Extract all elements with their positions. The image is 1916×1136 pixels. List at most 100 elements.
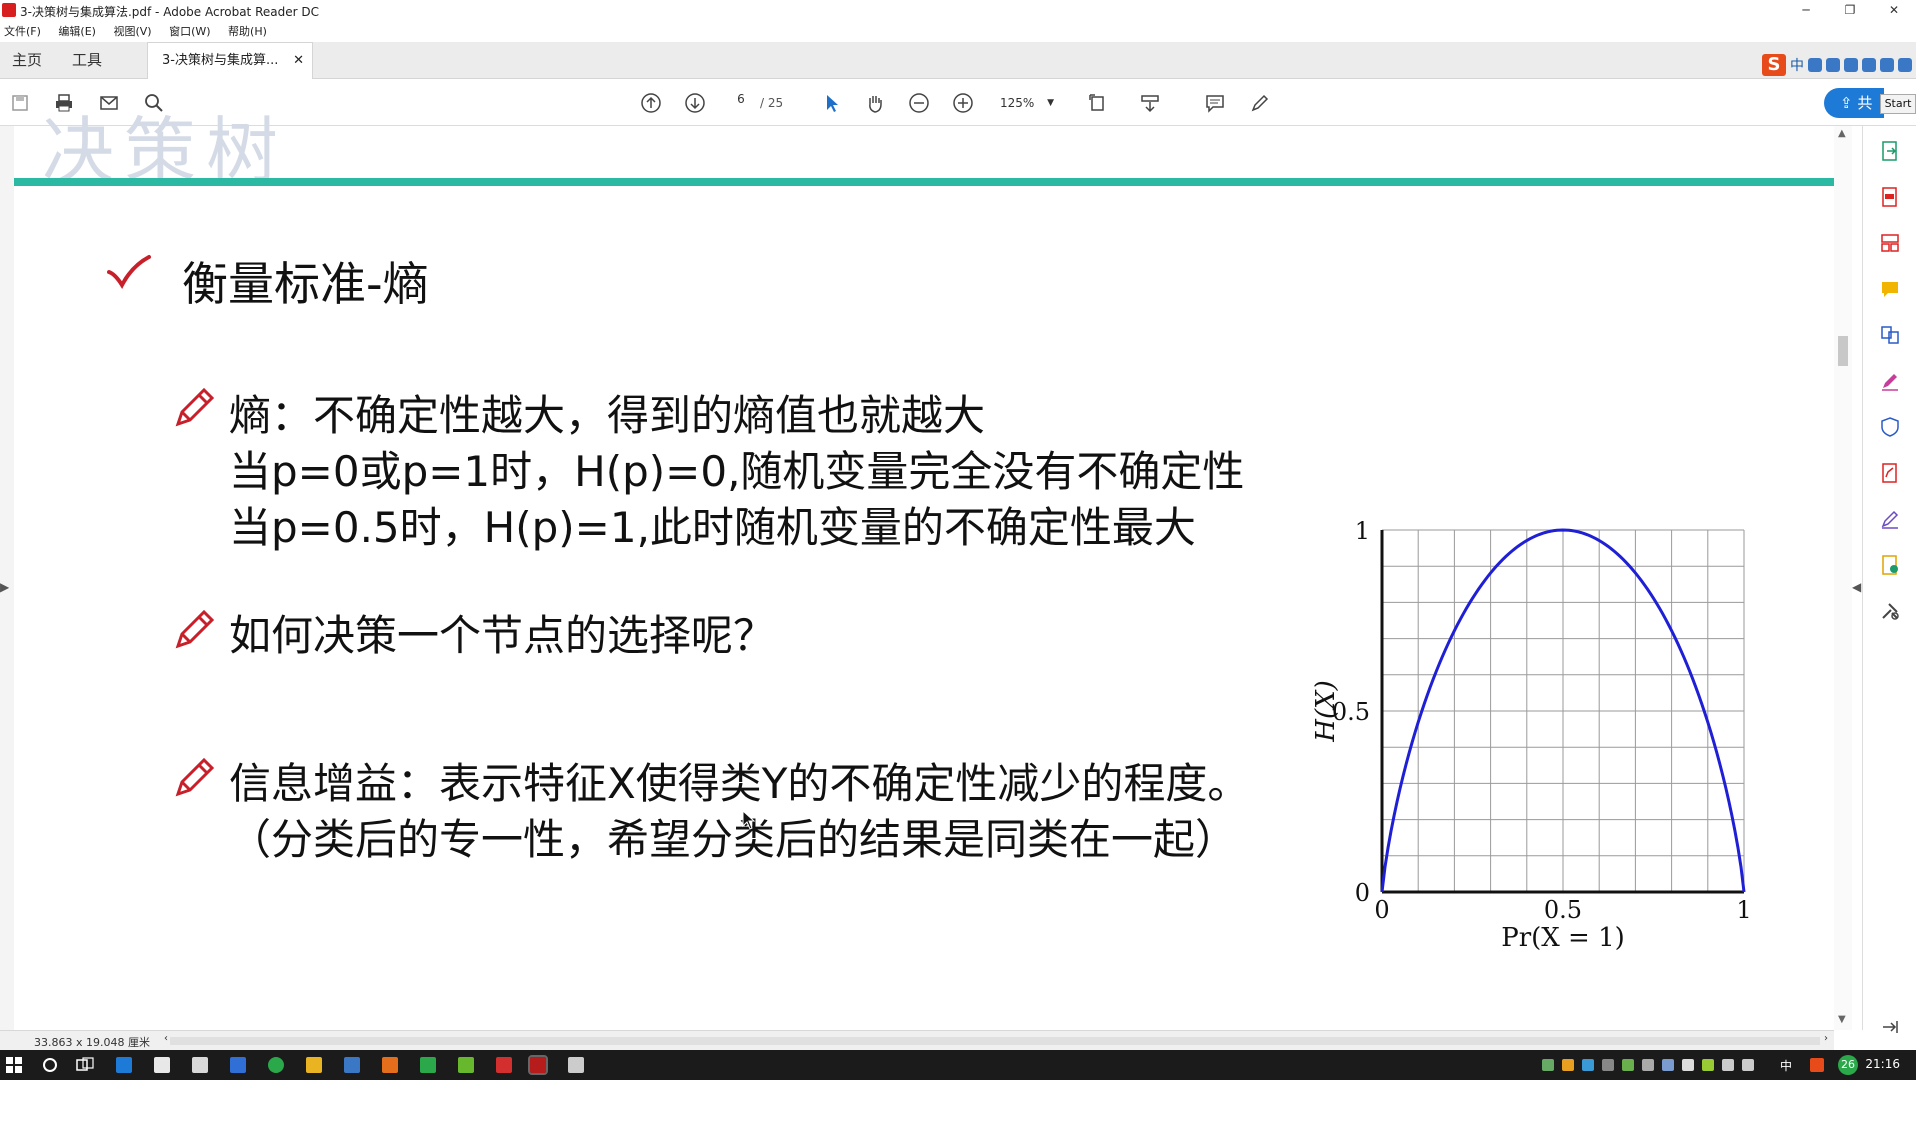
scroll-mode-icon[interactable]: [1138, 91, 1162, 115]
scroll-down-icon[interactable]: ▼: [1838, 1014, 1846, 1025]
bullet-line: 当p=0或p=1时，H(p)=0,随机变量完全没有不确定性: [229, 444, 1244, 500]
tab-tools[interactable]: 工具: [72, 42, 102, 79]
fill-sign-icon[interactable]: [1879, 370, 1901, 392]
y-tick-label: 0: [1355, 879, 1370, 907]
more-tools-icon[interactable]: [1879, 600, 1901, 622]
x-tick-label: 0: [1374, 896, 1389, 924]
select-tool-icon[interactable]: [820, 91, 844, 115]
title-bar: 3-决策树与集成算法.pdf - Adobe Acrobat Reader DC…: [0, 0, 1916, 22]
start-button[interactable]: Start: [1880, 94, 1916, 114]
tab-home[interactable]: 主页: [12, 42, 42, 79]
acrobat-taskbar-icon[interactable]: [530, 1057, 546, 1073]
zoom-level-select[interactable]: 125%▼: [990, 92, 1060, 114]
wechat-icon[interactable]: [268, 1057, 284, 1073]
organize-pages-icon[interactable]: [1879, 232, 1901, 254]
save-icon[interactable]: [8, 91, 32, 115]
store-icon[interactable]: [154, 1057, 170, 1073]
task-view-icon[interactable]: [76, 1057, 94, 1073]
tray-icon[interactable]: [1682, 1059, 1694, 1071]
send-for-signature-icon[interactable]: [1879, 508, 1901, 530]
right-panel-toggle-icon[interactable]: ◀: [1852, 580, 1861, 594]
scroll-right-icon[interactable]: ›: [1824, 1033, 1828, 1044]
tray-icon[interactable]: [1562, 1059, 1574, 1071]
notification-badge[interactable]: 26: [1838, 1055, 1858, 1075]
page-number-input[interactable]: 6: [724, 92, 758, 114]
create-pdf-icon[interactable]: [1879, 186, 1901, 208]
export-pdf-icon[interactable]: [1879, 140, 1901, 162]
tray-icon[interactable]: [1582, 1059, 1594, 1071]
checkmark-icon: [106, 254, 152, 290]
tray-icon[interactable]: [1642, 1059, 1654, 1071]
page-total: / 25: [760, 96, 783, 110]
tray-icon[interactable]: [1542, 1059, 1554, 1071]
app-icon[interactable]: [420, 1057, 436, 1073]
vertical-scrollbar[interactable]: ▲ ▼: [1834, 126, 1852, 1030]
x-axis-label: Pr(X = 1): [1501, 923, 1625, 953]
highlight-pen-icon[interactable]: [1248, 91, 1272, 115]
x-tick-label: 1: [1736, 896, 1751, 924]
zoom-in-icon[interactable]: [951, 91, 975, 115]
cortana-search-icon[interactable]: [42, 1057, 58, 1073]
menu-window[interactable]: 窗口(W): [169, 22, 210, 42]
horizontal-scrollbar[interactable]: [170, 1037, 1820, 1045]
sogou-ime-icon[interactable]: S: [1762, 54, 1786, 76]
edit-pdf-icon[interactable]: [1879, 462, 1901, 484]
tab-document[interactable]: 3-决策树与集成算... ✕: [147, 42, 313, 79]
app-icon[interactable]: [344, 1057, 360, 1073]
ime-lang-icon[interactable]: 中: [1790, 55, 1804, 75]
ime-keyboard-icon[interactable]: [1862, 58, 1876, 72]
hand-tool-icon[interactable]: [863, 91, 887, 115]
ime-skin-icon[interactable]: [1880, 58, 1894, 72]
close-tab-icon[interactable]: ✕: [293, 43, 304, 79]
menu-edit[interactable]: 编辑(E): [58, 22, 96, 42]
tray-icon[interactable]: [1702, 1059, 1714, 1071]
ime-punct-icon[interactable]: [1808, 58, 1822, 72]
combine-files-icon[interactable]: [1879, 324, 1901, 346]
fit-page-icon[interactable]: [1086, 91, 1110, 115]
pencil-icon: [170, 386, 216, 432]
scroll-up-icon[interactable]: ▲: [1838, 128, 1846, 139]
edge-icon[interactable]: [116, 1057, 132, 1073]
share-button[interactable]: ⇪ 共: [1824, 88, 1884, 118]
protect-icon[interactable]: [1879, 416, 1901, 438]
mail-icon[interactable]: [192, 1057, 208, 1073]
comment-tool-icon[interactable]: [1879, 278, 1901, 300]
volume-icon[interactable]: [1742, 1059, 1754, 1071]
menu-help[interactable]: 帮助(H): [228, 22, 267, 42]
file-explorer-icon[interactable]: [306, 1057, 322, 1073]
send-for-review-icon[interactable]: [1879, 554, 1901, 576]
app-icon[interactable]: [496, 1057, 512, 1073]
tray-icon[interactable]: [1602, 1059, 1614, 1071]
collapse-pane-icon[interactable]: [1879, 1016, 1901, 1038]
sogou-tray-icon[interactable]: [1810, 1058, 1824, 1072]
next-page-icon[interactable]: [683, 91, 707, 115]
network-icon[interactable]: [1722, 1059, 1734, 1071]
scroll-left-icon[interactable]: ‹: [164, 1033, 168, 1044]
ime-emoji-icon[interactable]: [1826, 58, 1840, 72]
app-icon[interactable]: [568, 1057, 584, 1073]
bullet-line: 熵：不确定性越大，得到的熵值也就越大: [229, 388, 1244, 444]
ime-tools-icon[interactable]: [1898, 58, 1912, 72]
left-panel-toggle-icon[interactable]: ▶: [0, 580, 9, 594]
maximize-button[interactable]: ❐: [1828, 0, 1872, 22]
app-icon[interactable]: [458, 1057, 474, 1073]
close-window-button[interactable]: ✕: [1872, 0, 1916, 22]
menu-view[interactable]: 视图(V): [113, 22, 151, 42]
app-icon[interactable]: [230, 1057, 246, 1073]
document-viewport[interactable]: 决策树 衡量标准-熵 熵：不确定性越大，得到的熵值也就越大 当p=0或p=1时，…: [0, 126, 1834, 1030]
windows-start-icon[interactable]: [6, 1057, 22, 1073]
acrobat-app-icon: [2, 3, 16, 17]
previous-page-icon[interactable]: [639, 91, 663, 115]
page-dimensions: 33.863 x 19.048 厘米: [34, 1034, 150, 1050]
tray-icon[interactable]: [1662, 1059, 1674, 1071]
scrollbar-thumb[interactable]: [1838, 336, 1848, 366]
zoom-out-icon[interactable]: [907, 91, 931, 115]
tray-icon[interactable]: [1622, 1059, 1634, 1071]
minimize-button[interactable]: ─: [1784, 0, 1828, 22]
ime-indicator[interactable]: 中: [1780, 1057, 1792, 1074]
app-icon[interactable]: [382, 1057, 398, 1073]
comment-icon[interactable]: [1203, 91, 1227, 115]
menu-file[interactable]: 文件(F): [4, 22, 41, 42]
tab-document-label: 3-决策树与集成算...: [162, 53, 278, 68]
ime-voice-icon[interactable]: [1844, 58, 1858, 72]
